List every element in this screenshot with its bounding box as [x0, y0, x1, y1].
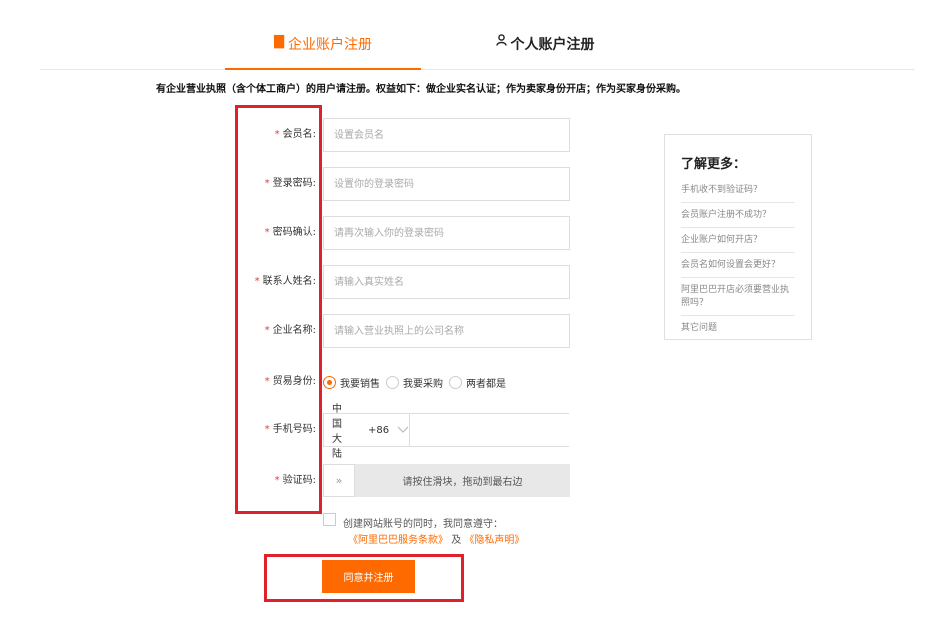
help-link-open-store[interactable]: 企业账户如何开店？: [681, 228, 795, 253]
tab-enterprise[interactable]: ▇ 企业账户注册: [225, 34, 421, 70]
radio-both[interactable]: 两者都是: [449, 375, 506, 390]
terms-link[interactable]: 《阿里巴巴服务条款》: [348, 535, 448, 546]
user-icon: [495, 34, 507, 50]
tab-enterprise-label: 企业账户注册: [288, 37, 372, 53]
help-link-other[interactable]: 其它问题: [681, 316, 795, 340]
privacy-link[interactable]: 《隐私声明》: [464, 535, 524, 546]
tab-personal[interactable]: 个人账户注册: [455, 34, 635, 70]
password-input[interactable]: [323, 167, 570, 201]
help-link-register-fail[interactable]: 会员账户注册不成功？: [681, 203, 795, 228]
radio-sell-circle[interactable]: [323, 375, 336, 389]
highlight-box-labels: [235, 105, 322, 514]
registration-tabs: ▇ 企业账户注册 个人账户注册: [40, 0, 915, 70]
help-link-sms[interactable]: 手机收不到验证码？: [681, 178, 795, 203]
captcha-slider: » 请按住滑块，拖动到最右边: [323, 464, 570, 497]
help-panel: 了解更多： 手机收不到验证码？ 会员账户注册不成功？ 企业账户如何开店？ 会员名…: [664, 134, 812, 340]
slider-handle[interactable]: »: [323, 464, 355, 497]
radio-sell[interactable]: 我要销售: [323, 375, 380, 390]
phone-number-input[interactable]: [410, 414, 588, 446]
company-name-input[interactable]: [323, 314, 570, 348]
help-link-license[interactable]: 阿里巴巴开店必须要营业执照吗？: [681, 278, 795, 316]
slider-instruction: 请按住滑块，拖动到最右边: [402, 477, 523, 488]
agree-checkbox[interactable]: [323, 513, 336, 526]
help-title: 了解更多：: [681, 157, 747, 172]
region-select[interactable]: 中国大陆 +86: [324, 404, 411, 460]
agreement-text: 创建网站账号的同时，我同意遵守：: [343, 519, 503, 530]
phone-field: 中国大陆 +86: [323, 404, 588, 460]
radio-buy[interactable]: 我要采购: [386, 375, 443, 390]
password-confirm-input[interactable]: [323, 216, 570, 250]
double-chevron-right-icon: »: [335, 474, 343, 487]
chevron-down-icon: [397, 425, 409, 436]
radio-both-circle[interactable]: [449, 375, 462, 389]
radio-buy-circle[interactable]: [386, 375, 399, 389]
registration-notice: 有企业营业执照（含个体工商户）的用户请注册。权益如下：做企业实名认证；作为卖家身…: [156, 84, 686, 95]
help-link-member-name[interactable]: 会员名如何设置会更好？: [681, 253, 795, 278]
building-icon: ▇: [274, 34, 284, 49]
agreement-links: 《阿里巴巴服务条款》 及 《隐私声明》: [348, 531, 524, 546]
contact-name-input[interactable]: [323, 265, 570, 299]
agreement-and: 及: [451, 535, 462, 546]
trade-role-radio-group: 我要销售 我要采购 两者都是: [323, 365, 512, 399]
member-name-input[interactable]: [323, 118, 570, 152]
highlight-box-submit: [264, 554, 464, 602]
tab-personal-label: 个人账户注册: [510, 37, 595, 53]
